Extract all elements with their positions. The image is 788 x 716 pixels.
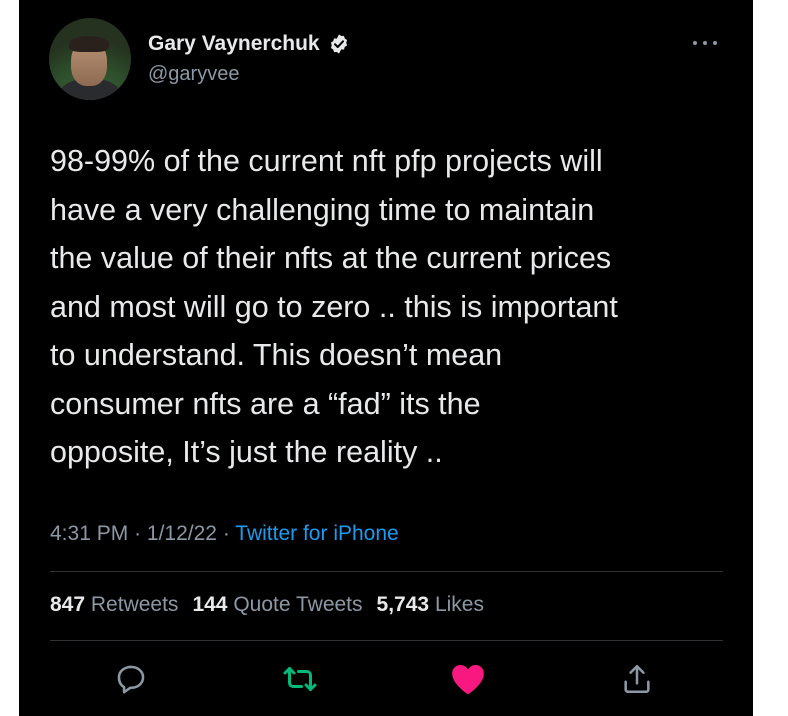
reply-button[interactable]: [109, 657, 153, 701]
quotes-count: 144: [192, 593, 228, 616]
retweet-button[interactable]: [278, 657, 322, 701]
tweet-text: 98-99% of the current nft pfp projects w…: [50, 144, 618, 469]
author-name[interactable]: Gary Vaynerchuk: [148, 31, 320, 57]
tweet-meta: 4:31 PM · 1/12/22 · Twitter for iPhone: [50, 522, 399, 546]
tweet-stats: 847 Retweets 144 Quote Tweets 5,743 Like…: [50, 593, 484, 617]
avatar[interactable]: [49, 18, 131, 100]
likes-label: Likes: [434, 593, 484, 616]
likes-stat[interactable]: 5,743 Likes: [377, 593, 484, 617]
likes-count: 5,743: [376, 593, 430, 616]
meta-separator: ·: [134, 522, 142, 545]
tweet-time[interactable]: 4:31 PM: [50, 522, 128, 545]
more-options-icon[interactable]: [693, 36, 723, 50]
heart-icon: [452, 665, 484, 695]
retweet-icon: [283, 667, 317, 691]
reply-icon: [117, 665, 145, 694]
divider: [50, 571, 723, 572]
tweet-source-link[interactable]: Twitter for iPhone: [235, 522, 398, 545]
verified-badge-icon: [330, 34, 347, 54]
share-icon: [624, 664, 650, 694]
meta-separator: ·: [222, 522, 230, 545]
divider: [50, 640, 723, 641]
retweets-count: 847: [50, 593, 86, 616]
tweet-date[interactable]: 1/12/22: [147, 522, 217, 545]
tweet-card: Gary Vaynerchuk @garyvee 98-99% of the c…: [19, 0, 753, 716]
retweets-stat[interactable]: 847 Retweets: [50, 593, 178, 617]
author-handle[interactable]: @garyvee: [148, 63, 239, 86]
author-name-row[interactable]: Gary Vaynerchuk: [148, 31, 350, 57]
like-button[interactable]: [446, 657, 490, 701]
retweets-label: Retweets: [90, 593, 179, 616]
share-button[interactable]: [615, 657, 659, 701]
quotes-label: Quote Tweets: [233, 593, 363, 616]
quote-tweets-stat[interactable]: 144 Quote Tweets: [192, 593, 362, 617]
avatar-hair: [69, 36, 109, 52]
